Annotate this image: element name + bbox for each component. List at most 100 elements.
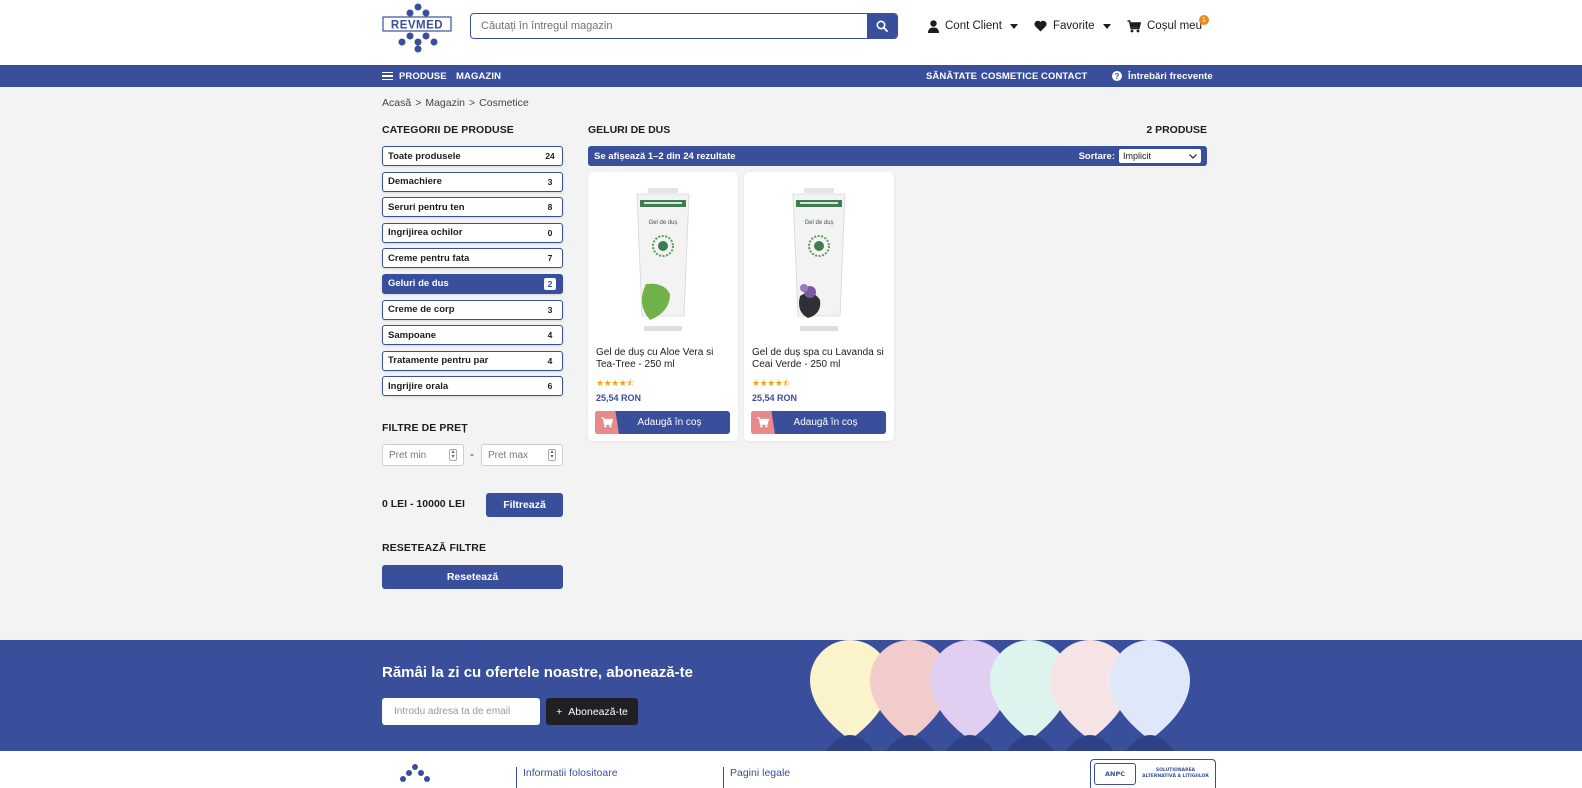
- category-item-orala[interactable]: Ingrijire orala 6: [382, 376, 563, 397]
- subscribe-label: Abonează-te: [568, 705, 628, 718]
- account-menu[interactable]: Cont Client: [928, 16, 1018, 36]
- breadcrumb-separator: >: [415, 97, 422, 109]
- price-max-input[interactable]: Pret max ▴ ▾: [481, 444, 563, 466]
- nav-cosmetics-label: COSMETICE: [981, 70, 1039, 82]
- category-item-seruri[interactable]: Seruri pentru ten 8: [382, 197, 563, 218]
- cart-menu[interactable]: Coșul meu 1: [1127, 15, 1209, 36]
- product-image[interactable]: Gel de duș: [588, 184, 738, 334]
- menu-icon: [382, 71, 393, 81]
- cart-count-badge: 1: [1199, 15, 1209, 25]
- category-label: Demachiere: [388, 176, 442, 188]
- anpc-text: SOLUȚIONAREA ALTERNATIVĂ A LITIGIILOR: [1142, 768, 1209, 779]
- category-item-demachiere[interactable]: Demachiere 3: [382, 171, 563, 192]
- product-count: 2 PRODUSE: [1146, 124, 1207, 136]
- results-toolbar: Se afișează 1–2 din 24 rezultate Sortare…: [588, 146, 1207, 166]
- breadcrumb-shop[interactable]: Magazin: [425, 97, 465, 109]
- footer-logo[interactable]: [400, 763, 430, 788]
- nav-shop[interactable]: MAGAZIN: [456, 65, 501, 87]
- cart-icon: [1127, 19, 1141, 32]
- category-item-tratamente-par[interactable]: Tratamente pentru par 4: [382, 350, 563, 371]
- category-item-sampoane[interactable]: Sampoane 4: [382, 325, 563, 346]
- category-count: 6: [547, 381, 553, 392]
- nav-products-label: PRODUSE: [399, 70, 447, 82]
- footer-useful-info[interactable]: Informatii folositoare: [516, 767, 618, 788]
- anpc-badge[interactable]: ANPC SOLUȚIONAREA ALTERNATIVĂ A LITIGIIL…: [1090, 759, 1216, 788]
- category-count: 8: [547, 202, 553, 213]
- category-count: 24: [545, 151, 555, 161]
- category-label: Creme pentru fata: [388, 252, 470, 264]
- category-label: Sampoane: [388, 329, 437, 341]
- cart-icon: [751, 411, 775, 434]
- breadcrumb-separator: >: [469, 97, 476, 109]
- category-count: 0: [547, 227, 553, 238]
- nav-products[interactable]: PRODUSE: [382, 65, 447, 87]
- category-item-creme-corp[interactable]: Creme de corp 3: [382, 299, 563, 320]
- footer-legal-pages[interactable]: Pagini legale: [723, 767, 790, 788]
- nav-faq[interactable]: ? Întrebări frecvente: [1112, 65, 1213, 87]
- product-card[interactable]: Gel de duș Gel de duș spa cu Lavanda si …: [744, 172, 894, 441]
- nav-contact-label: CONTACT: [1041, 70, 1088, 82]
- subscribe-button[interactable]: + Abonează-te: [546, 698, 638, 725]
- add-to-cart-button[interactable]: Adaugă în coș: [595, 411, 730, 434]
- category-list: Toate produsele 24 Demachiere 3 Seruri p…: [382, 146, 563, 402]
- search-button[interactable]: [867, 14, 897, 38]
- add-to-cart-button[interactable]: Adaugă în coș: [751, 411, 886, 434]
- nav-faq-label: Întrebări frecvente: [1128, 70, 1213, 82]
- category-count: 2: [544, 277, 556, 290]
- spinner-icon[interactable]: ▴ ▾: [548, 449, 556, 461]
- breadcrumb-current: Cosmetice: [479, 97, 529, 109]
- heart-icon: [1034, 20, 1047, 32]
- favorites-menu[interactable]: Favorite: [1034, 16, 1111, 36]
- newsletter-email-input[interactable]: [382, 698, 540, 725]
- nav-contact[interactable]: CONTACT: [1041, 65, 1087, 87]
- filter-button[interactable]: Filtrează: [486, 493, 563, 517]
- reset-button[interactable]: Resetează: [382, 565, 563, 589]
- category-label: Toate produsele: [388, 150, 461, 162]
- site-footer: Informatii folositoare Pagini legale ANP…: [0, 751, 1582, 788]
- spinner-icon[interactable]: ▴ ▾: [449, 449, 457, 461]
- price-min-placeholder: Pret min: [389, 449, 427, 461]
- product-price: 25,54 RON: [596, 393, 642, 403]
- price-filter-title: FILTRE DE PREȚ: [382, 422, 468, 434]
- sort-control: Sortare: Implicit: [1079, 149, 1201, 163]
- product-image[interactable]: Gel de duș: [744, 184, 894, 334]
- product-name[interactable]: Gel de duș cu Aloe Vera si Tea-Tree - 25…: [596, 347, 732, 371]
- breadcrumb-home[interactable]: Acasă: [382, 97, 411, 109]
- category-item-creme-fata[interactable]: Creme pentru fata 7: [382, 248, 563, 269]
- chevron-down-icon: [1189, 153, 1197, 159]
- breadcrumb: Acasă > Magazin > Cosmetice: [382, 97, 529, 109]
- chevron-down-icon: [1102, 23, 1111, 29]
- page-title: GELURI DE DUS: [588, 124, 671, 136]
- category-label: Seruri pentru ten: [388, 201, 465, 213]
- category-label: Geluri de dus: [388, 278, 449, 290]
- nav-cosmetics[interactable]: COSMETICE: [981, 65, 1038, 87]
- nav-health[interactable]: SĂNĂTATE: [926, 65, 977, 87]
- rating-stars-icon: ★★★★⯪: [596, 379, 635, 389]
- favorites-label: Favorite: [1053, 20, 1095, 32]
- category-label: Ingrijire orala: [388, 380, 449, 392]
- svg-text:Gel de duș: Gel de duș: [804, 220, 833, 226]
- cart-label: Coșul meu: [1147, 20, 1202, 32]
- categories-title: CATEGORII DE PRODUSE: [382, 124, 514, 136]
- product-card[interactable]: Gel de duș Gel de duș cu Aloe Vera si Te…: [588, 172, 738, 441]
- search-input[interactable]: [471, 14, 867, 38]
- category-label: Ingrijirea ochilor: [388, 227, 463, 239]
- price-range-text: 0 LEI - 10000 LEI: [382, 498, 465, 510]
- nav-shop-label: MAGAZIN: [456, 70, 502, 82]
- category-item-geluri-active[interactable]: Geluri de dus 2: [382, 273, 563, 294]
- anpc-logo: ANPC: [1094, 763, 1136, 785]
- price-min-input[interactable]: Pret min ▴ ▾: [382, 444, 464, 466]
- nav-health-label: SĂNĂTATE: [926, 70, 978, 82]
- search-icon: [876, 20, 888, 32]
- category-item-ochi[interactable]: Ingrijirea ochilor 0: [382, 222, 563, 243]
- category-count: 4: [547, 330, 553, 341]
- product-price: 25,54 RON: [752, 393, 798, 403]
- rating-stars-icon: ★★★★⯪: [752, 379, 791, 389]
- category-item-all[interactable]: Toate produsele 24: [382, 146, 563, 166]
- account-label: Cont Client: [945, 20, 1002, 32]
- chevron-down-icon: [1009, 23, 1018, 29]
- user-icon: [928, 19, 939, 33]
- product-name[interactable]: Gel de duș spa cu Lavanda si Ceai Verde …: [752, 347, 888, 371]
- revmed-logo[interactable]: REVMED: [382, 2, 454, 54]
- sort-select[interactable]: Implicit: [1119, 149, 1201, 163]
